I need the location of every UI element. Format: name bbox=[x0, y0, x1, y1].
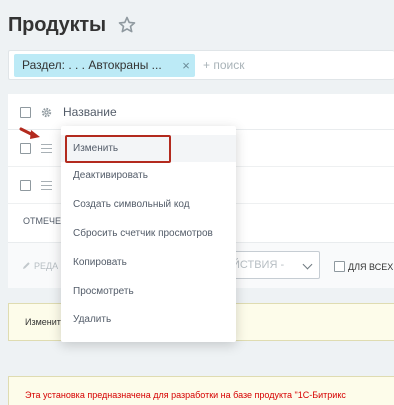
actions-select[interactable]: ЙСТВИЯ - bbox=[228, 251, 320, 279]
filter-bar: Раздел: . . . Автокраны ... × bbox=[8, 50, 394, 80]
context-menu: Изменить Деактивировать Создать символьн… bbox=[61, 126, 236, 342]
search-input[interactable] bbox=[203, 58, 383, 72]
title-row: Продукты bbox=[8, 12, 136, 38]
column-title-name[interactable]: Название bbox=[63, 105, 117, 119]
drag-handle-icon[interactable] bbox=[41, 144, 52, 153]
edit-button-label: РЕДА bbox=[34, 261, 59, 271]
gear-icon[interactable] bbox=[41, 107, 52, 118]
filter-chip-label: Раздел: . . . Автокраны ... bbox=[22, 58, 162, 72]
star-icon[interactable] bbox=[118, 16, 136, 34]
menu-item-view[interactable]: Просмотреть bbox=[61, 278, 236, 305]
menu-item-delete[interactable]: Удалить bbox=[61, 306, 236, 333]
arrow-pointer-icon bbox=[19, 127, 40, 139]
chevron-down-icon bbox=[302, 259, 313, 270]
menu-item-edit[interactable]: Изменить bbox=[61, 135, 236, 162]
menu-item-reset-views[interactable]: Сбросить счетчик просмотров bbox=[61, 220, 236, 247]
drag-handle-icon[interactable] bbox=[41, 181, 52, 190]
select-all-checkbox[interactable] bbox=[20, 107, 31, 118]
menu-item-create-code[interactable]: Создать символьный код bbox=[61, 191, 236, 218]
pencil-icon bbox=[23, 262, 30, 269]
menu-item-deactivate[interactable]: Деактивировать bbox=[61, 162, 236, 189]
row-checkbox[interactable] bbox=[20, 143, 31, 154]
warning-notice: Эта установка предназначена для разработ… bbox=[8, 376, 394, 405]
close-icon[interactable]: × bbox=[180, 54, 192, 77]
grid-header: Название bbox=[8, 94, 394, 130]
page-title: Продукты bbox=[8, 13, 106, 36]
edit-button[interactable]: РЕДА bbox=[22, 261, 58, 271]
filter-chip-section[interactable]: Раздел: . . . Автокраны ... × bbox=[14, 54, 195, 77]
row-checkbox[interactable] bbox=[20, 180, 31, 191]
for-all-checkbox[interactable] bbox=[334, 261, 345, 272]
actions-select-value: ЙСТВИЯ - bbox=[232, 259, 285, 271]
menu-item-copy[interactable]: Копировать bbox=[61, 249, 236, 276]
for-all-label: ДЛЯ ВСЕХ bbox=[348, 262, 394, 272]
marked-count-label: ОТМЕЧЕ bbox=[23, 216, 61, 226]
